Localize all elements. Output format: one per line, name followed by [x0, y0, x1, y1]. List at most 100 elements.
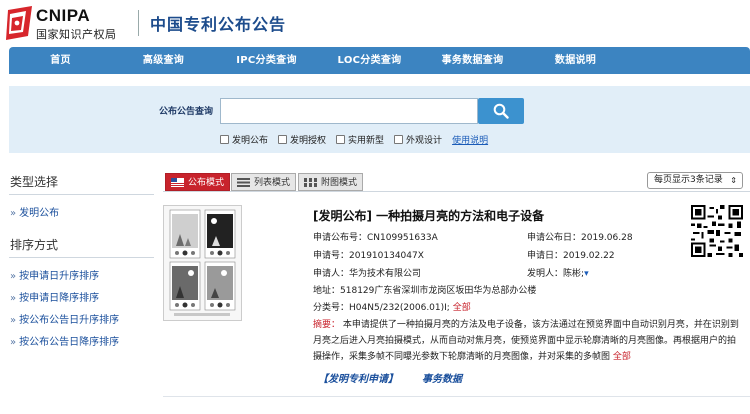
filter-invention-grant[interactable]: 发明授权 [278, 133, 326, 146]
patent-thumbnail[interactable] [163, 205, 242, 321]
sort-app-date-asc[interactable]: » 按申请日升序排序 [9, 266, 154, 288]
filter-label: 实用新型 [348, 136, 385, 146]
address-value: 518129广东省深圳市龙岗区坂田华为总部办公楼 [340, 286, 537, 296]
nav-home[interactable]: 首页 [9, 47, 112, 74]
arrow-icon: » [10, 315, 17, 326]
arrow-icon: » [10, 271, 17, 282]
search-button[interactable] [478, 98, 524, 124]
main-nav: 首页 高级查询 IPC分类查询 LOC分类查询 事务数据查询 数据说明 [9, 47, 750, 74]
sort-app-date-desc[interactable]: » 按申请日降序排序 [9, 288, 154, 310]
nav-ipc-search[interactable]: IPC分类查询 [215, 47, 318, 74]
logo-subtitle: 国家知识产权局 [36, 28, 117, 41]
flag-emblem-icon [6, 6, 32, 40]
expand-caret-icon[interactable]: ▾ [584, 269, 589, 279]
abstract: 摘要： 本申请提供了一种拍摄月亮的方法及电子设备，该方法通过在预览界面中自动识别… [313, 317, 741, 365]
filter-invention-publication[interactable]: 发明公布 [220, 133, 268, 146]
sort-label: 按公布公告日降序排序 [19, 337, 120, 348]
app-no-field: 申请号：201910134047X [313, 248, 424, 261]
class-field: 分类号：H04N5/232(2006.01)I; 全部 [313, 300, 471, 313]
patent-application-link[interactable]: 【发明专利申请】 [318, 374, 398, 385]
app-no-value: 201910134047X [349, 251, 424, 261]
site-header: CNIPA 国家知识产权局 中国专利公布公告 [0, 0, 750, 46]
abstract-all-link[interactable]: 全部 [613, 352, 631, 362]
mode-label: 列表模式 [254, 178, 291, 188]
filter-label: 外观设计 [406, 136, 443, 146]
app-date-field: 申请日：2019.02.22 [527, 248, 615, 261]
search-input[interactable] [220, 98, 478, 124]
field-label: 申请日： [527, 251, 564, 261]
mode-label: 附图模式 [321, 178, 358, 188]
abstract-text: 本申请提供了一种拍摄月亮的方法及电子设备，该方法通过在预览界面中自动识别月亮，并… [313, 320, 739, 362]
pub-no-field: 申请公布号：CN109951633A [313, 230, 438, 243]
filter-label: 发明授权 [290, 136, 327, 146]
search-label: 公布公告查询 [159, 107, 214, 117]
nav-loc-search[interactable]: LOC分类查询 [318, 47, 421, 74]
mode-label: 公布模式 [188, 178, 225, 188]
display-mode-bar: 公布模式 列表模式 附图模式 每页显示3条记录 ⇕ [163, 172, 750, 192]
inventor-value: 陈彬; [563, 269, 585, 279]
record-title[interactable]: [发明公布] 一种拍摄月亮的方法和电子设备 [313, 207, 544, 224]
arrow-icon: » [10, 208, 17, 219]
record-divider [163, 396, 750, 397]
list-icon [237, 178, 250, 187]
per-page-value: 每页显示3条记录 [654, 175, 723, 185]
help-link[interactable]: 使用说明 [452, 133, 488, 146]
checkbox[interactable] [336, 135, 346, 144]
filter-utility-model[interactable]: 实用新型 [336, 133, 384, 146]
field-label: 发明人： [527, 269, 564, 279]
field-label: 分类号： [313, 303, 350, 313]
sidebar-item-label: 发明公布 [19, 208, 60, 219]
type-filters: 发明公布 发明授权 实用新型 外观设计 使用说明 [220, 133, 488, 146]
record-links: 【发明专利申请】 事务数据 [318, 370, 486, 385]
search-panel: 公布公告查询 发明公布 发明授权 实用新型 外观设计 使用说明 [9, 86, 750, 153]
patent-figure-image [164, 206, 241, 320]
publish-mode-button[interactable]: 公布模式 [165, 173, 231, 191]
pub-no-value: CN109951633A [367, 233, 438, 243]
site-title: 中国专利公布公告 [150, 15, 287, 34]
header-divider [138, 10, 139, 36]
nav-transaction-search[interactable]: 事务数据查询 [421, 47, 524, 74]
checkbox[interactable] [278, 135, 288, 144]
arrow-icon: » [10, 337, 17, 348]
list-mode-button[interactable]: 列表模式 [231, 173, 297, 191]
nav-data-description[interactable]: 数据说明 [524, 47, 627, 74]
filter-design[interactable]: 外观设计 [394, 133, 442, 146]
cnipa-logo[interactable]: CNIPA 国家知识产权局 [6, 4, 130, 42]
class-value: H04N5/232(2006.01)I; [349, 303, 450, 313]
address-field: 地址：518129广东省深圳市龙岗区坂田华为总部办公楼 [313, 283, 536, 296]
pub-date-field: 申请公布日：2019.06.28 [527, 230, 633, 243]
abstract-label: 摘要： [313, 320, 341, 330]
grid-icon [304, 178, 317, 187]
filter-label: 发明公布 [232, 136, 269, 146]
nav-advanced-search[interactable]: 高级查询 [112, 47, 215, 74]
sort-pub-date-desc[interactable]: » 按公布公告日降序排序 [9, 332, 154, 354]
sidebar-item-invention-publication[interactable]: » 发明公布 [9, 203, 154, 225]
field-label: 申请公布日： [527, 233, 582, 243]
sort-label: 按申请日降序排序 [19, 293, 100, 304]
field-label: 申请号： [313, 251, 350, 261]
field-label: 地址： [313, 286, 341, 296]
app-date-value: 2019.02.22 [563, 251, 615, 261]
select-caret-icon: ⇕ [730, 176, 737, 185]
sort-label: 按公布公告日升序排序 [19, 315, 120, 326]
per-page-select[interactable]: 每页显示3条记录 ⇕ [647, 172, 743, 189]
checkbox[interactable] [394, 135, 404, 144]
figure-mode-button[interactable]: 附图模式 [298, 173, 364, 191]
sort-label: 按申请日升序排序 [19, 271, 100, 282]
field-label: 申请人： [313, 269, 350, 279]
checkbox[interactable] [220, 135, 229, 144]
class-all-link[interactable]: 全部 [453, 303, 471, 313]
field-label: 申请公布号： [313, 233, 368, 243]
pub-date-value: 2019.06.28 [581, 233, 633, 243]
applicant-field: 申请人：华为技术有限公司 [313, 266, 421, 279]
qr-code-icon [691, 205, 743, 257]
search-icon [493, 103, 509, 119]
arrow-icon: » [10, 293, 17, 304]
inventor-field: 发明人：陈彬;▾ [527, 266, 589, 279]
flag-icon [171, 178, 184, 187]
sort-heading: 排序方式 [9, 233, 154, 258]
logo-wordmark: CNIPA [36, 6, 91, 25]
sidebar: 类型选择 » 发明公布 排序方式 » 按申请日升序排序 » 按申请日降序排序 » 按公布… [9, 170, 154, 354]
sort-pub-date-asc[interactable]: » 按公布公告日升序排序 [9, 310, 154, 332]
transaction-data-link[interactable]: 事务数据 [422, 374, 462, 385]
